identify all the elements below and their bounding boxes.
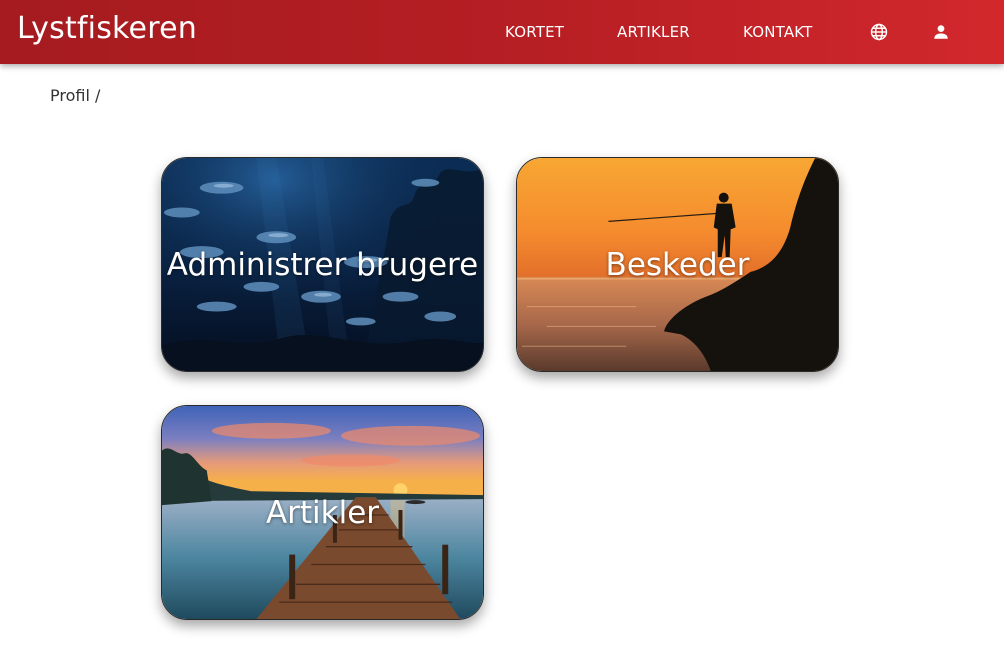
card-artikler[interactable]: Artikler xyxy=(161,405,484,620)
globe-icon xyxy=(870,23,888,41)
nav-artikler[interactable]: ARTIKLER xyxy=(617,23,690,41)
card-label: Administrer brugere xyxy=(166,246,479,283)
card-beskeder[interactable]: Beskeder xyxy=(516,157,839,372)
account-button[interactable] xyxy=(929,20,953,44)
app-header: Lystfiskeren KORTET ARTIKLER KONTAKT xyxy=(0,0,1004,64)
card-administrer-brugere[interactable]: Administrer brugere xyxy=(161,157,484,372)
card-label: Beskeder xyxy=(605,246,750,283)
account-icon xyxy=(934,25,948,39)
nav-kontakt[interactable]: KONTAKT xyxy=(743,23,813,41)
language-button[interactable] xyxy=(867,20,891,44)
breadcrumb: Profil / xyxy=(50,86,101,105)
card-label: Artikler xyxy=(265,494,380,531)
brand-logo[interactable]: Lystfiskeren xyxy=(17,11,197,46)
nav-kortet[interactable]: KORTET xyxy=(505,23,564,41)
